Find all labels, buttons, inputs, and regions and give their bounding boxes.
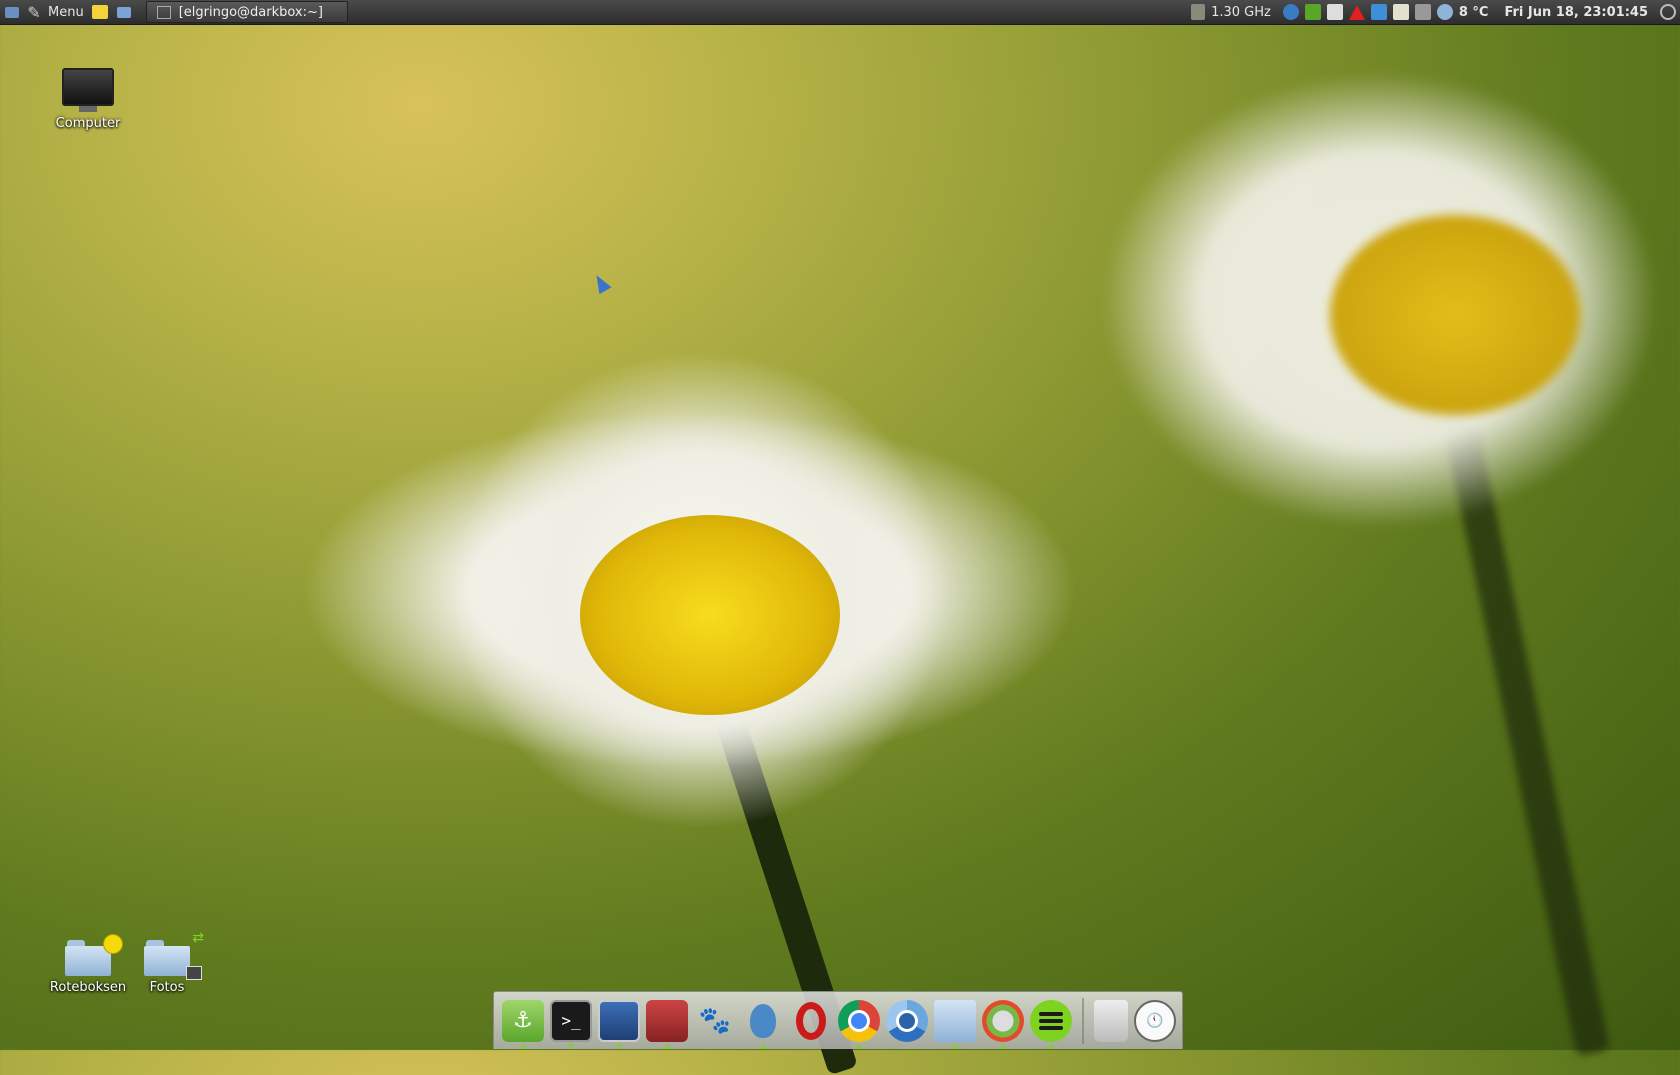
- taskbar-window-title: [elgringo@darkbox:~]: [178, 4, 323, 20]
- desktop-icon-label: Roteboksen: [49, 980, 127, 995]
- terminal-small-icon: [156, 5, 171, 19]
- menu-label: Menu: [48, 4, 84, 20]
- show-desktop-icon[interactable]: [0, 0, 24, 24]
- dropbox-icon[interactable]: [1370, 4, 1387, 20]
- cpu-icon: [1191, 4, 1206, 20]
- desktop-icon-roteboksen[interactable]: Roteboksen: [48, 934, 128, 995]
- menu-button[interactable]: Menu: [44, 0, 88, 24]
- dock: ⚓ >_ 🐾 🕚: [493, 991, 1183, 1049]
- paperclip-icon[interactable]: ✎: [24, 0, 44, 24]
- clock-datetime[interactable]: Fri Jun 18, 23:01:45: [1504, 5, 1648, 20]
- alert-app-icon[interactable]: [982, 999, 1024, 1049]
- cpu-frequency: 1.30 GHz: [1211, 4, 1271, 20]
- folder-icon: [65, 934, 123, 976]
- taskbar-window-terminal[interactable]: [elgringo@darkbox:~]: [145, 1, 348, 23]
- network-icon[interactable]: [1414, 4, 1431, 20]
- chrome-icon[interactable]: [838, 999, 880, 1049]
- folder-icon: ⇄: [144, 930, 204, 980]
- steam-icon[interactable]: [1282, 4, 1299, 20]
- spotify-tray-icon[interactable]: [1304, 4, 1321, 20]
- file-manager-icon[interactable]: [934, 999, 976, 1049]
- window-list-icon[interactable]: [112, 0, 136, 24]
- notes-icon[interactable]: [88, 0, 112, 24]
- computer-icon: [62, 68, 114, 112]
- floppy-save-icon[interactable]: [598, 999, 640, 1047]
- desktop-icon-computer[interactable]: Computer: [48, 68, 128, 131]
- clock-icon[interactable]: 🕚: [1134, 999, 1176, 1042]
- desktop-icon-label: Computer: [55, 116, 121, 131]
- temperature: 8 °C: [1458, 4, 1489, 20]
- anchor-icon[interactable]: ⚓: [502, 999, 544, 1049]
- spotify-icon[interactable]: [1030, 999, 1072, 1049]
- chromium-icon[interactable]: [886, 999, 928, 1042]
- opera-icon[interactable]: [790, 1000, 832, 1042]
- smiley-emblem-icon: [103, 934, 123, 954]
- warning-icon[interactable]: [1348, 4, 1365, 20]
- weather-icon[interactable]: [1436, 4, 1453, 20]
- terminal-icon[interactable]: >_: [550, 999, 592, 1047]
- desktop-icon-label: Fotos: [149, 980, 185, 995]
- dock-separator: [1082, 997, 1084, 1044]
- photo-viewer-icon[interactable]: [646, 999, 688, 1049]
- top-panel: ✎ Menu [elgringo@darkbox:~] 1.30 GHz 8 °…: [0, 0, 1680, 25]
- shared-emblem-icon: ⇄: [192, 930, 204, 946]
- pidgin-icon[interactable]: [742, 1000, 784, 1049]
- clipboard-icon[interactable]: [1392, 4, 1409, 20]
- system-tray: 1.30 GHz 8 °C Fri Jun 18, 23:01:45: [1191, 0, 1680, 24]
- desktop-wallpaper: [0, 0, 1680, 1075]
- drive-icon[interactable]: [1326, 4, 1343, 20]
- power-icon[interactable]: [1660, 4, 1676, 20]
- desktop-icon-fotos[interactable]: ⇄ Fotos: [127, 930, 207, 995]
- photo-emblem-icon: [186, 966, 202, 980]
- gimp-icon[interactable]: 🐾: [694, 1000, 736, 1042]
- trash-icon[interactable]: [1094, 999, 1128, 1042]
